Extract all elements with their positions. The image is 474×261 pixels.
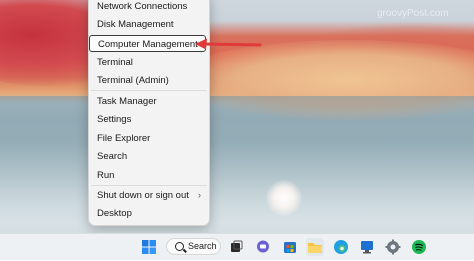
watermark: groovyPost.com	[377, 8, 449, 19]
menu-item-network-connections[interactable]: Network Connections	[89, 0, 209, 15]
spotify-icon[interactable]	[410, 238, 428, 256]
menu-item-settings[interactable]: Settings	[89, 111, 209, 128]
teams-chat-icon[interactable]	[254, 238, 272, 256]
menu-item-task-manager[interactable]: Task Manager	[89, 93, 209, 110]
store-icon[interactable]	[281, 238, 299, 256]
menu-separator	[91, 90, 207, 91]
chevron-right-icon: ›	[198, 190, 201, 200]
settings-icon[interactable]	[384, 238, 402, 256]
edge-icon[interactable]	[332, 238, 350, 256]
menu-item-label: Desktop	[97, 208, 132, 219]
menu-item-label: Settings	[97, 114, 132, 125]
taskbar: Search	[0, 233, 474, 260]
menu-item-file-explorer[interactable]: File Explorer	[89, 130, 209, 147]
winx-context-menu: Network Connections Disk Management Comp…	[88, 0, 210, 226]
wallpaper-lake	[0, 96, 474, 236]
menu-item-shut-down[interactable]: Shut down or sign out ›	[89, 187, 209, 204]
wallpaper-moon-reflection	[266, 180, 302, 216]
menu-item-desktop[interactable]: Desktop	[89, 205, 209, 222]
menu-item-label: Shut down or sign out	[97, 190, 189, 201]
search-icon	[175, 242, 184, 251]
menu-item-disk-management[interactable]: Disk Management	[89, 16, 209, 33]
menu-item-label: Task Manager	[97, 96, 157, 107]
menu-item-label: Disk Management	[97, 19, 174, 30]
task-view-icon[interactable]	[227, 238, 245, 256]
menu-item-computer-management[interactable]: Computer Management	[89, 35, 206, 52]
file-explorer-icon[interactable]	[306, 238, 324, 256]
start-icon[interactable]	[140, 238, 158, 256]
taskbar-search-label: Search	[188, 241, 217, 251]
menu-item-label: Terminal (Admin)	[97, 75, 169, 86]
red-arrow-annotation	[195, 38, 262, 50]
menu-item-label: Run	[97, 170, 115, 181]
menu-item-label: Terminal	[97, 57, 133, 68]
menu-item-label: Search	[97, 151, 128, 162]
taskbar-search-box[interactable]: Search	[166, 238, 221, 255]
menu-item-terminal[interactable]: Terminal	[89, 54, 209, 71]
menu-item-label: Computer Management	[98, 39, 198, 50]
menu-separator	[91, 185, 207, 186]
menu-item-label: Network Connections	[97, 1, 188, 12]
desktop-app-icon[interactable]	[358, 238, 376, 256]
menu-item-search[interactable]: Search	[89, 148, 209, 165]
menu-item-label: File Explorer	[97, 133, 151, 144]
menu-item-run[interactable]: Run	[89, 167, 209, 184]
menu-item-terminal-admin[interactable]: Terminal (Admin)	[89, 72, 209, 89]
